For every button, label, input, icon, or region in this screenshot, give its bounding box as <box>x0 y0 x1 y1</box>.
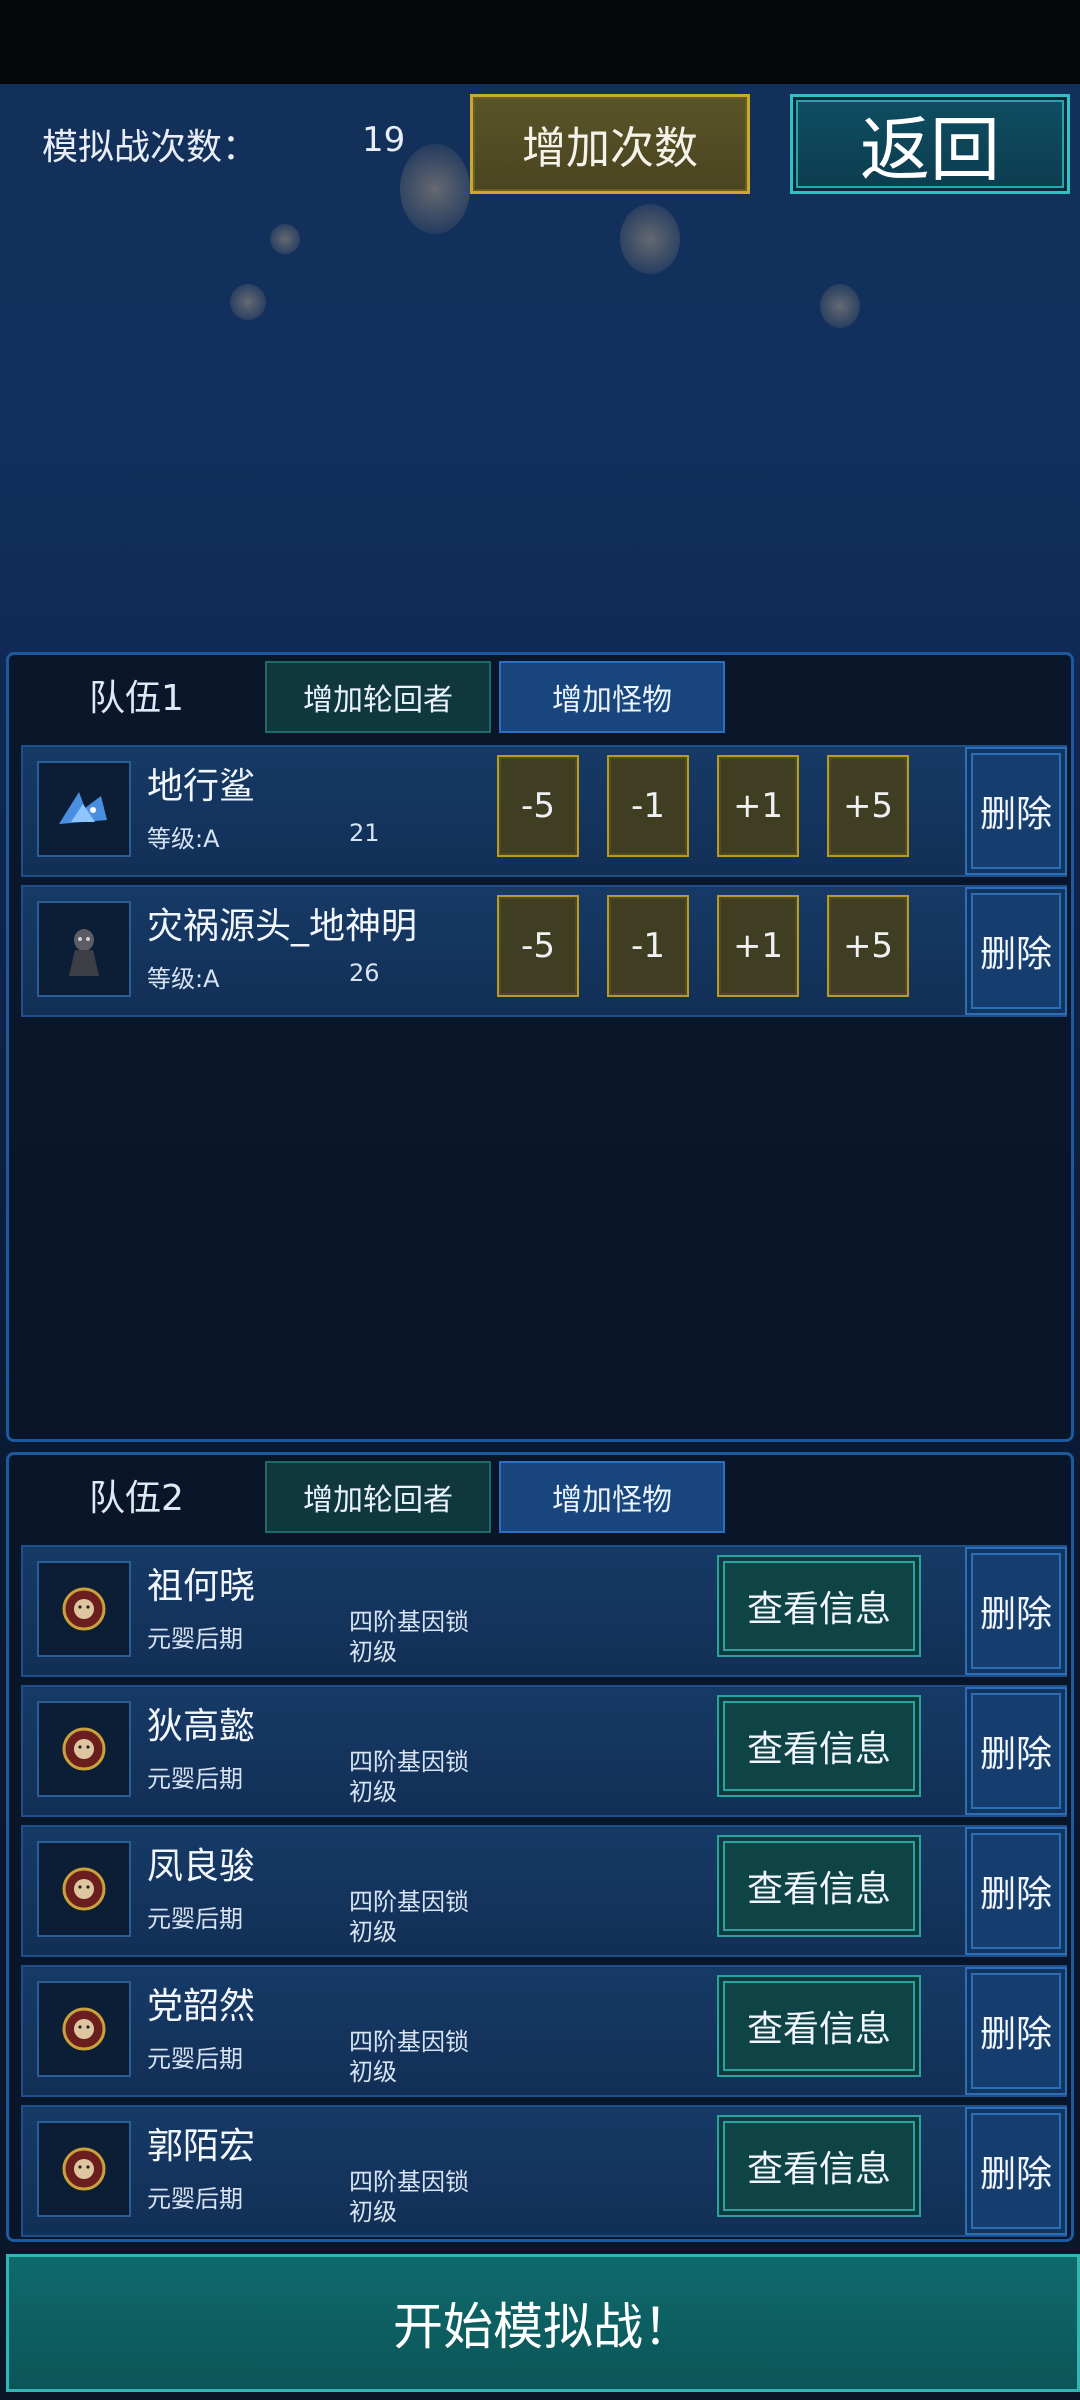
minus1-button[interactable]: -1 <box>607 755 689 857</box>
gene-lock-tier: 四阶基因锁 <box>349 1608 469 1636</box>
character-portrait-icon <box>37 1701 131 1797</box>
team2-add-monster-tab[interactable]: 增加怪物 <box>499 1461 725 1533</box>
gene-lock-level: 初级 <box>349 1918 397 1946</box>
ambient-light <box>230 284 266 320</box>
team2-title: 队伍2 <box>89 1478 184 1519</box>
list-item: 灾祸源头_地神明 等级:A 26 -5 -1 +1 +5 删除 <box>21 885 1067 1017</box>
team2-panel: 队伍2 增加轮回者 增加怪物 祖何晓 元婴后期 四阶基因锁 初级 查看信息 删除 <box>6 1452 1074 2242</box>
team1-panel: 队伍1 增加轮回者 增加怪物 地行鲨 等级:A 21 -5 -1 +1 +5 删… <box>6 652 1074 1442</box>
character-gene-lock: 四阶基因锁 初级 <box>349 1607 469 1667</box>
back-button[interactable]: 返回 <box>790 94 1070 194</box>
character-realm: 元婴后期 <box>147 2045 243 2073</box>
plus1-button[interactable]: +1 <box>717 895 799 997</box>
monster-count: 26 <box>349 959 380 987</box>
character-realm: 元婴后期 <box>147 1905 243 1933</box>
list-item: 凤良骏 元婴后期 四阶基因锁 初级 查看信息 删除 <box>21 1825 1067 1957</box>
plus5-button[interactable]: +5 <box>827 755 909 857</box>
character-name: 郭陌宏 <box>147 2126 256 2167</box>
view-info-button[interactable]: 查看信息 <box>717 1835 921 1937</box>
delete-button[interactable]: 删除 <box>965 1547 1067 1675</box>
plus5-button[interactable]: +5 <box>827 895 909 997</box>
gene-lock-tier: 四阶基因锁 <box>349 1888 469 1916</box>
monster-count: 21 <box>349 819 380 847</box>
delete-button[interactable]: 删除 <box>965 1967 1067 2095</box>
ambient-light <box>270 224 300 254</box>
gene-lock-tier: 四阶基因锁 <box>349 1748 469 1776</box>
list-item: 祖何晓 元婴后期 四阶基因锁 初级 查看信息 删除 <box>21 1545 1067 1677</box>
gene-lock-level: 初级 <box>349 1778 397 1806</box>
delete-button[interactable]: 删除 <box>965 1827 1067 1955</box>
character-name: 凤良骏 <box>147 1846 256 1887</box>
view-info-button[interactable]: 查看信息 <box>717 1555 921 1657</box>
minus5-button[interactable]: -5 <box>497 755 579 857</box>
gene-lock-level: 初级 <box>349 2058 397 2086</box>
status-bar <box>0 0 1080 84</box>
monster-rank: 等级:A <box>147 965 220 993</box>
character-portrait-icon <box>37 1561 131 1657</box>
list-item: 郭陌宏 元婴后期 四阶基因锁 初级 查看信息 删除 <box>21 2105 1067 2237</box>
list-item: 党韶然 元婴后期 四阶基因锁 初级 查看信息 删除 <box>21 1965 1067 2097</box>
view-info-button[interactable]: 查看信息 <box>717 1695 921 1797</box>
character-name: 祖何晓 <box>147 1566 256 1607</box>
minus1-button[interactable]: -1 <box>607 895 689 997</box>
delete-button[interactable]: 删除 <box>965 2107 1067 2235</box>
character-gene-lock: 四阶基因锁 初级 <box>349 1887 469 1947</box>
list-item: 地行鲨 等级:A 21 -5 -1 +1 +5 删除 <box>21 745 1067 877</box>
team1-add-reincarnator-tab[interactable]: 增加轮回者 <box>265 661 491 733</box>
team1-add-monster-tab[interactable]: 增加怪物 <box>499 661 725 733</box>
sim-count-label: 模拟战次数： <box>42 127 259 168</box>
dark-deity-icon <box>37 901 131 997</box>
character-realm: 元婴后期 <box>147 1625 243 1653</box>
view-info-button[interactable]: 查看信息 <box>717 2115 921 2217</box>
monster-rank: 等级:A <box>147 825 220 853</box>
delete-button[interactable]: 删除 <box>965 1687 1067 1815</box>
gene-lock-level: 初级 <box>349 1638 397 1666</box>
monster-name: 地行鲨 <box>147 766 256 807</box>
team1-title: 队伍1 <box>89 678 184 719</box>
ambient-light <box>820 284 860 328</box>
shark-monster-icon <box>37 761 131 857</box>
character-realm: 元婴后期 <box>147 2185 243 2213</box>
gene-lock-tier: 四阶基因锁 <box>349 2168 469 2196</box>
monster-name: 灾祸源头_地神明 <box>147 906 418 947</box>
character-realm: 元婴后期 <box>147 1765 243 1793</box>
gene-lock-tier: 四阶基因锁 <box>349 2028 469 2056</box>
character-gene-lock: 四阶基因锁 初级 <box>349 1747 469 1807</box>
minus5-button[interactable]: -5 <box>497 895 579 997</box>
list-item: 狄高懿 元婴后期 四阶基因锁 初级 查看信息 删除 <box>21 1685 1067 1817</box>
delete-button[interactable]: 删除 <box>965 887 1067 1015</box>
character-portrait-icon <box>37 1841 131 1937</box>
sim-count-value: 19 <box>362 120 406 160</box>
character-name: 党韶然 <box>147 1986 256 2027</box>
gene-lock-level: 初级 <box>349 2198 397 2226</box>
ambient-light <box>620 204 680 274</box>
character-gene-lock: 四阶基因锁 初级 <box>349 2027 469 2087</box>
plus1-button[interactable]: +1 <box>717 755 799 857</box>
team2-add-reincarnator-tab[interactable]: 增加轮回者 <box>265 1461 491 1533</box>
add-count-button[interactable]: 增加次数 <box>470 94 750 194</box>
character-portrait-icon <box>37 1981 131 2077</box>
character-portrait-icon <box>37 2121 131 2217</box>
delete-button[interactable]: 删除 <box>965 747 1067 875</box>
character-gene-lock: 四阶基因锁 初级 <box>349 2167 469 2227</box>
view-info-button[interactable]: 查看信息 <box>717 1975 921 2077</box>
start-simulation-button[interactable]: 开始模拟战！ <box>6 2254 1080 2392</box>
ambient-light <box>400 144 470 234</box>
character-name: 狄高懿 <box>147 1706 256 1747</box>
